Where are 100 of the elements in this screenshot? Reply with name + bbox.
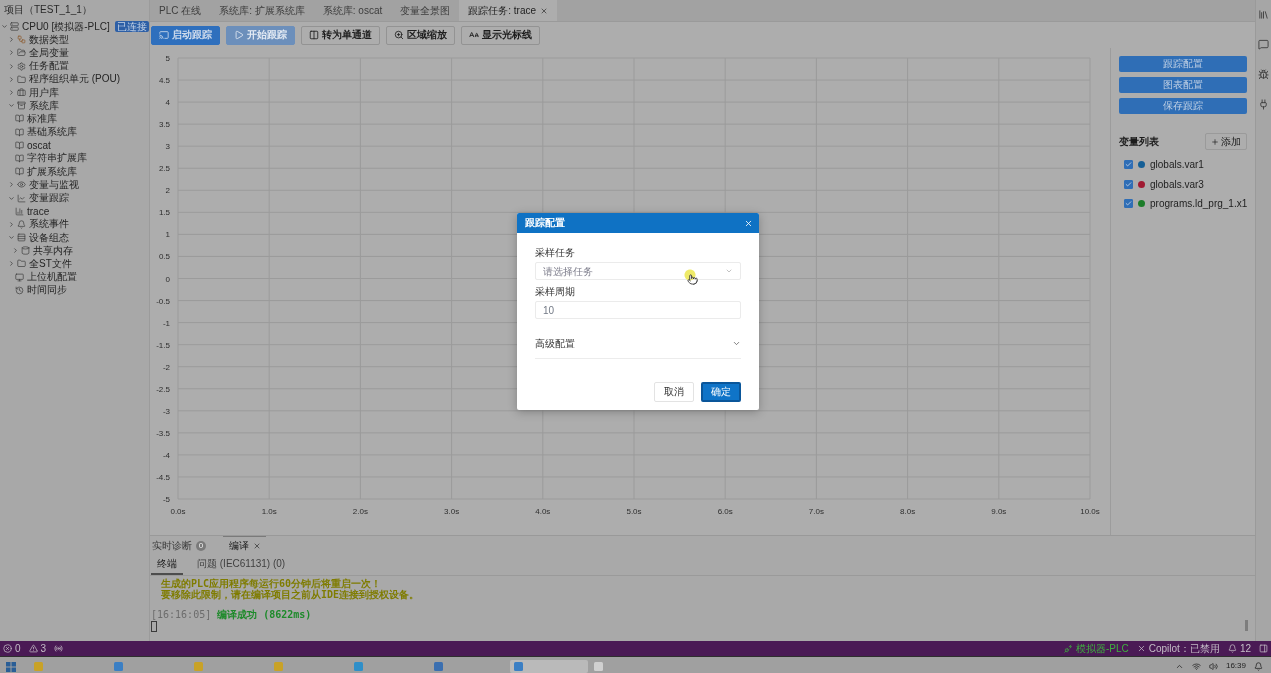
panel-button[interactable]: 跟踪配置 (1119, 56, 1247, 72)
checkbox[interactable] (1124, 179, 1133, 189)
tree-item[interactable]: 时间同步 (0, 283, 149, 297)
plug-icon[interactable] (1258, 99, 1269, 110)
tree-item[interactable]: 用户库 (0, 85, 149, 100)
tree-item[interactable]: 数据类型 (0, 33, 149, 47)
axis-label: -5 (162, 495, 170, 504)
panel-tab[interactable]: 实时诊断 0 (152, 536, 211, 554)
panel-tab[interactable]: 问题 (IEC61131) (0) (191, 554, 292, 575)
scrollbar-thumb[interactable] (1245, 620, 1248, 631)
wifi-icon[interactable] (1191, 661, 1201, 671)
tab[interactable]: 变量全景图 (391, 0, 460, 21)
book-icon (15, 153, 24, 163)
bug-icon[interactable] (1258, 69, 1269, 80)
tree-item[interactable]: 程序组织单元 (POU) (0, 72, 149, 86)
tree-item[interactable]: 系统库 (0, 99, 149, 113)
bell-icon[interactable] (1254, 661, 1263, 671)
chevron-down-icon[interactable] (1, 23, 8, 31)
status-item[interactable]: 3 (28, 643, 47, 654)
chevron-down-icon[interactable] (725, 267, 733, 275)
library-icon[interactable] (1258, 9, 1269, 20)
field-label: 采样任务 (535, 247, 576, 259)
tree-item[interactable]: 基础系统库 (0, 125, 149, 139)
tab[interactable]: PLC 在线 (150, 0, 211, 21)
panel-button[interactable]: 保存跟踪 (1119, 98, 1247, 114)
count-badge: 0 (196, 540, 206, 551)
plus-icon (1211, 137, 1219, 146)
tree-item[interactable]: CPU0 [模拟器-PLC] 已连接 (0, 20, 149, 34)
tab[interactable]: 系统库: 扩展系统库 (210, 0, 314, 21)
panel-tab[interactable]: 终端 (151, 554, 183, 575)
taskbar-app[interactable] (510, 660, 588, 673)
variable-name: globals.var1 (1150, 159, 1204, 171)
axis-label: 0.0s (170, 507, 186, 516)
tree-item[interactable]: 共享内存 (0, 244, 149, 258)
status-item[interactable]: 模拟器-PLC (1063, 641, 1129, 656)
close-icon[interactable] (744, 218, 753, 228)
input-field[interactable]: 10 (535, 301, 741, 319)
chat-icon[interactable] (1258, 39, 1269, 50)
collapse-header[interactable]: 高级配置 (535, 335, 741, 359)
chevron-right-icon[interactable] (8, 220, 15, 228)
dialog-button[interactable]: 取消 (654, 382, 694, 402)
bell-icon (17, 219, 26, 229)
chevron-right-icon[interactable] (12, 247, 19, 255)
tab[interactable]: 跟踪任务: trace (459, 0, 558, 21)
close-icon[interactable] (540, 6, 549, 15)
tree-item[interactable]: 扩展系统库 (0, 165, 149, 179)
check-icon (1125, 200, 1132, 208)
chevron-right-icon[interactable] (8, 62, 15, 70)
clock[interactable]: 16:39 (1225, 661, 1246, 671)
toolbar-button[interactable]: 显示光标线 (461, 25, 540, 45)
checkbox[interactable] (1124, 160, 1133, 170)
volume-icon[interactable] (1208, 661, 1218, 671)
status-item[interactable]: 0 (3, 643, 21, 654)
toolbar-button[interactable]: 转为单通道 (301, 25, 380, 45)
panel-tab[interactable]: 编译 (223, 536, 266, 554)
checkbox[interactable] (1124, 199, 1133, 209)
status-item[interactable]: 12 (1227, 643, 1251, 654)
panel-icon[interactable] (1259, 644, 1268, 653)
panel-button[interactable]: 图表配置 (1119, 77, 1247, 93)
windows-logo-icon[interactable] (6, 662, 16, 672)
axis-label: 5 (165, 54, 170, 63)
app-icon (274, 662, 283, 671)
tree-item[interactable]: 全ST文件 (0, 257, 149, 271)
tree-item[interactable]: 变量跟踪 (0, 191, 149, 205)
tree-item[interactable]: 标准库 (0, 112, 149, 126)
tree-item[interactable]: oscat (0, 138, 149, 152)
chevron-right-icon[interactable] (8, 49, 15, 57)
chevron-down-icon[interactable] (8, 194, 15, 202)
text-size-icon (469, 30, 479, 40)
tree-item[interactable]: trace (0, 204, 149, 218)
status-item[interactable]: Copilot：已禁用 (1136, 641, 1220, 656)
chevron-right-icon[interactable] (8, 36, 15, 44)
chevron-right-icon[interactable] (8, 89, 15, 97)
chevron-right-icon[interactable] (8, 260, 15, 268)
line-chart-icon (17, 193, 26, 203)
monitor-icon (15, 272, 24, 282)
tree-item[interactable]: 设备组态 (0, 231, 149, 245)
chevron-right-icon[interactable] (8, 181, 15, 189)
add-button[interactable]: 添加 (1205, 133, 1247, 150)
dialog-button[interactable]: 确定 (701, 382, 741, 402)
axis-label: -3 (162, 406, 170, 416)
chevron-right-icon[interactable] (8, 75, 15, 83)
toolbar-button[interactable]: 启动跟踪 (151, 25, 220, 45)
axis-label: 1.0s (261, 507, 277, 516)
select-field[interactable]: 请选择任务 (535, 262, 741, 280)
chevron-down-icon[interactable] (8, 102, 15, 110)
tree-item[interactable]: 全局变量 (0, 46, 149, 60)
tree-item[interactable]: 上位机配置 (0, 270, 149, 284)
close-icon[interactable] (253, 541, 261, 550)
tree-item[interactable]: 变量与监视 (0, 178, 149, 192)
toolbar-button[interactable]: 区域缩放 (386, 25, 455, 45)
sidebar-title: 项目（TEST_1_1） (4, 3, 92, 17)
tree-item[interactable]: 字符串扩展库 (0, 151, 149, 166)
tab[interactable]: 系统库: oscat (313, 0, 392, 21)
tree-item[interactable]: 系统事件 (0, 217, 149, 231)
tree-item[interactable]: 任务配置 (0, 59, 149, 73)
broadcast-icon[interactable] (54, 644, 64, 653)
check-icon (1125, 180, 1132, 188)
axis-label: -2.5 (156, 384, 170, 394)
chevron-down-icon[interactable] (8, 234, 15, 242)
